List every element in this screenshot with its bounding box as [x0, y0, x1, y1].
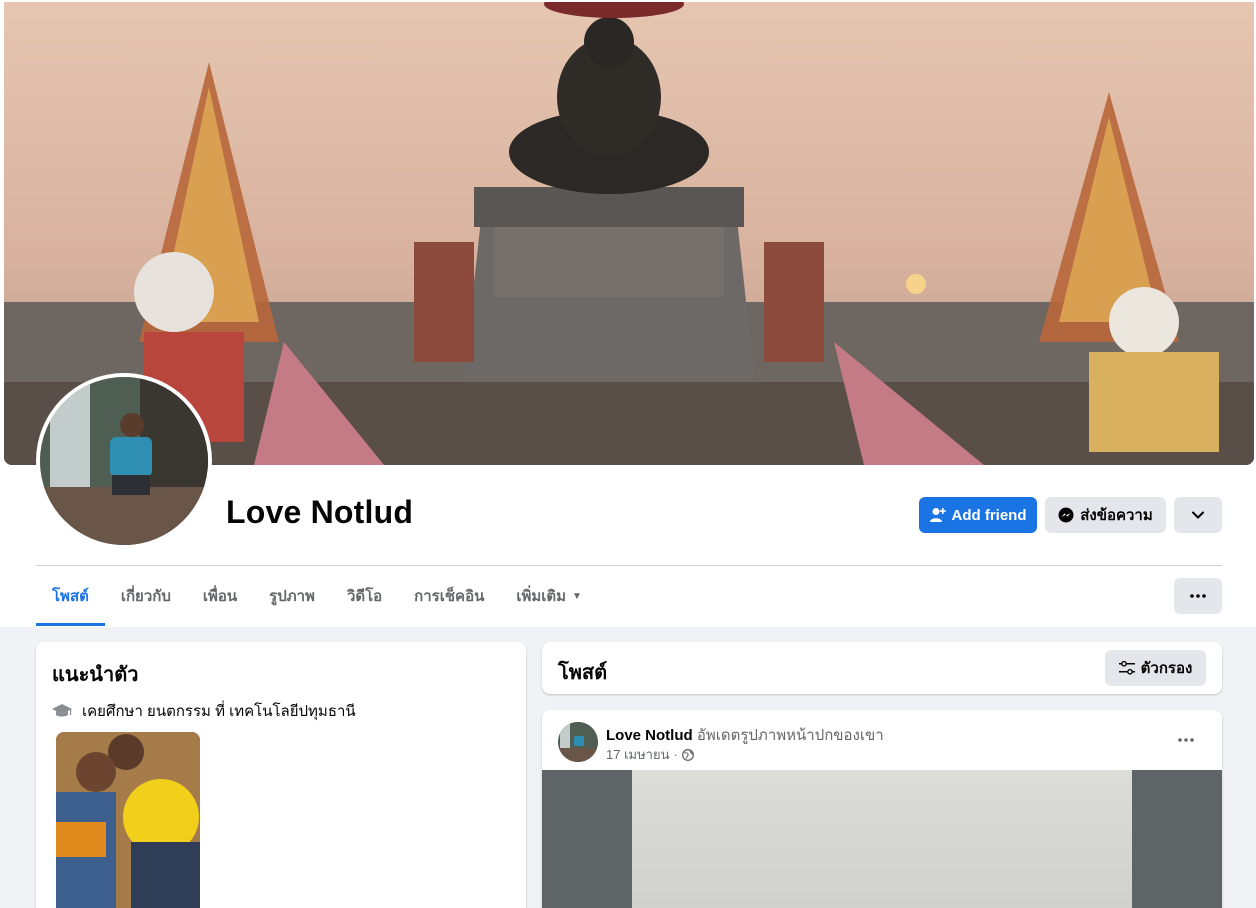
post-author-name[interactable]: Love Notlud [606, 727, 693, 744]
post-date[interactable]: 17 เมษายน [606, 744, 669, 765]
education-text: เคยศึกษา ยนตกรรม ที่ เทคโนโลยีปทุมธานี [82, 703, 356, 720]
tab-label: เกี่ยวกับ [120, 588, 171, 605]
post-card: Love Notlud อัพเดตรูปภาพหน้าปกของเขา 17 … [542, 710, 1222, 908]
chevron-down-icon [1192, 511, 1204, 519]
tab-label: วิดีโอ [346, 588, 383, 605]
featured-photo[interactable] [56, 732, 200, 908]
tab-posts[interactable]: โพสต์ [36, 566, 105, 626]
post-image[interactable] [542, 770, 1222, 908]
post-action-text: อัพเดตรูปภาพหน้าปกของเขา [696, 727, 884, 744]
tab-friends[interactable]: เพื่อน [187, 566, 253, 626]
tab-options-button[interactable] [1174, 578, 1222, 614]
meta-separator: · [673, 747, 678, 762]
messenger-icon [1058, 507, 1074, 523]
add-friend-label: Add friend [951, 506, 1027, 524]
tab-label: โพสต์ [52, 588, 89, 605]
profile-tabs: โพสต์ เกี่ยวกับ เพื่อน รูปภาพ วิดีโอ การ… [36, 566, 598, 626]
cover-photo[interactable] [4, 2, 1254, 465]
intro-title: แนะนำตัว [52, 664, 139, 686]
tab-label: รูปภาพ [269, 588, 315, 605]
tab-label: การเช็คอิน [414, 588, 485, 605]
tab-photos[interactable]: รูปภาพ [253, 566, 331, 626]
post-image-content [632, 770, 1132, 908]
post-meta: 17 เมษายน · [606, 744, 694, 765]
tab-more[interactable]: เพิ่มเติม ▼ [500, 566, 598, 626]
intro-card: แนะนำตัว เคยศึกษา ยนตกรรม ที่ เทคโนโลยีป… [36, 642, 526, 908]
tab-about[interactable]: เกี่ยวกับ [105, 566, 187, 626]
filter-sliders-icon [1118, 661, 1135, 675]
cover-photo-art [4, 2, 1254, 465]
filter-button[interactable]: ตัวกรอง [1105, 650, 1206, 686]
post-author-avatar[interactable] [558, 722, 598, 762]
filter-label: ตัวกรอง [1140, 660, 1193, 677]
message-label: ส่งข้อความ [1080, 507, 1153, 524]
profile-name: Love Notlud [226, 494, 414, 530]
add-person-icon [929, 508, 946, 522]
profile-picture-image [40, 377, 208, 545]
posts-header-card: โพสต์ ตัวกรอง [542, 642, 1222, 694]
tab-label: เพิ่มเติม [516, 588, 567, 605]
tab-checkins[interactable]: การเช็คอิน [398, 566, 500, 626]
post-options-button[interactable] [1170, 728, 1202, 752]
education-row: เคยศึกษา ยนตกรรม ที่ เทคโนโลยีปทุมธานี [52, 699, 356, 723]
caret-down-icon: ▼ [572, 590, 582, 602]
profile-options-button[interactable] [1174, 497, 1222, 533]
tab-videos[interactable]: วิดีโอ [331, 566, 398, 626]
more-dots-icon [1178, 738, 1194, 742]
graduation-cap-icon [52, 704, 72, 717]
posts-section-title: โพสต์ [558, 662, 608, 684]
tab-label: เพื่อน [202, 588, 238, 605]
message-button[interactable]: ส่งข้อความ [1045, 497, 1166, 533]
add-friend-button[interactable]: Add friend [919, 497, 1037, 533]
globe-icon [681, 748, 694, 761]
profile-picture[interactable] [36, 373, 212, 549]
profile-header: Love Notlud Add friend ส่งข้อความ โพสต์ … [0, 0, 1256, 627]
more-dots-icon [1190, 594, 1206, 598]
